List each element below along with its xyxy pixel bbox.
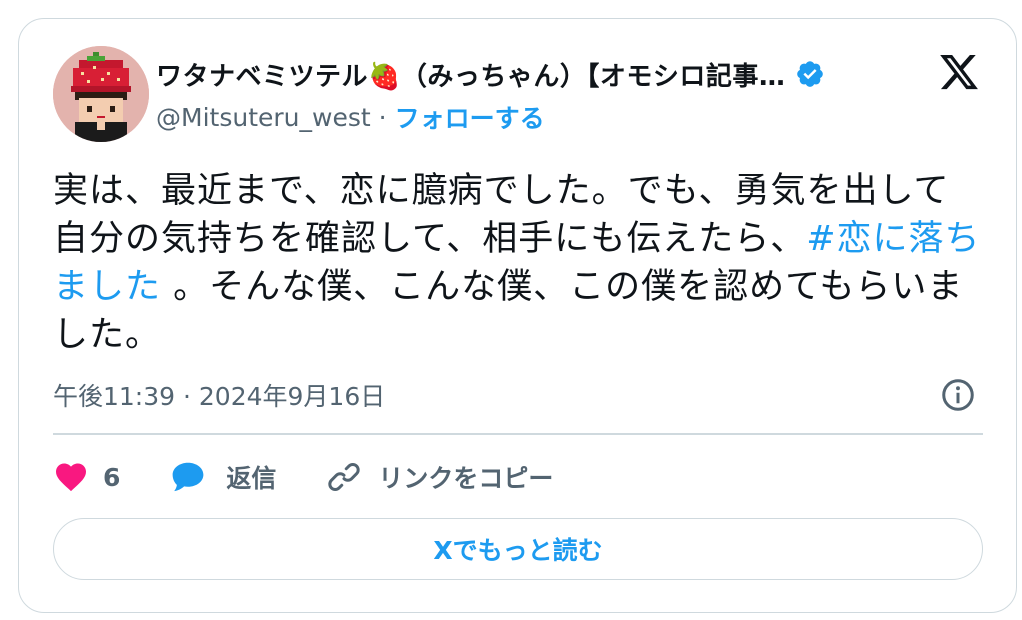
x-logo-icon[interactable] xyxy=(936,51,982,93)
author-name-row: ワタナベミツテル🍓（みっちゃん）【オモシロ記事… xyxy=(156,55,825,93)
read-more-on-x-button[interactable]: Xでもっと読む xyxy=(53,518,983,580)
author-display-name[interactable]: ワタナベミツテル🍓（みっちゃん）【オモシロ記事… xyxy=(156,56,785,93)
like-count: 6 xyxy=(103,462,121,492)
avatar[interactable] xyxy=(53,46,149,142)
tweet-card: ワタナベミツテル🍓（みっちゃん）【オモシロ記事… @Mitsuteru_west… xyxy=(18,18,1017,613)
info-icon[interactable] xyxy=(940,377,976,413)
tweet-text-part-2: 。そんな僕、こんな僕、この僕を認めてもらいました。 xyxy=(53,267,964,355)
author-handle-row: @Mitsuteru_west · フォローする xyxy=(156,99,545,135)
reply-label: 返信 xyxy=(226,464,277,493)
pixel-art-strawberry-hat-avatar-icon xyxy=(53,46,149,142)
action-bar: 6 返信 リンクをコピー xyxy=(53,457,603,497)
like-button[interactable]: 6 xyxy=(53,459,120,495)
reply-bubble-icon xyxy=(173,462,204,492)
verified-badge-icon xyxy=(797,61,824,87)
tweet-timestamp[interactable]: 午後11:39 · 2024年9月16日 xyxy=(53,377,385,413)
reply-button[interactable]: 返信 xyxy=(170,459,276,495)
heart-icon xyxy=(56,463,86,492)
tweet-text: 実は、最近まで、恋に臆病でした。でも、勇気を出して自分の気持ちを確認して、相手に… xyxy=(53,167,983,359)
separator-dot: · xyxy=(378,102,387,132)
author-handle[interactable]: @Mitsuteru_west xyxy=(156,103,371,132)
divider xyxy=(53,433,983,435)
follow-button[interactable]: フォローする xyxy=(395,99,545,135)
copy-link-label: リンクをコピー xyxy=(378,464,554,493)
copy-link-button[interactable]: リンクをコピー xyxy=(326,459,553,495)
link-icon xyxy=(328,462,361,492)
